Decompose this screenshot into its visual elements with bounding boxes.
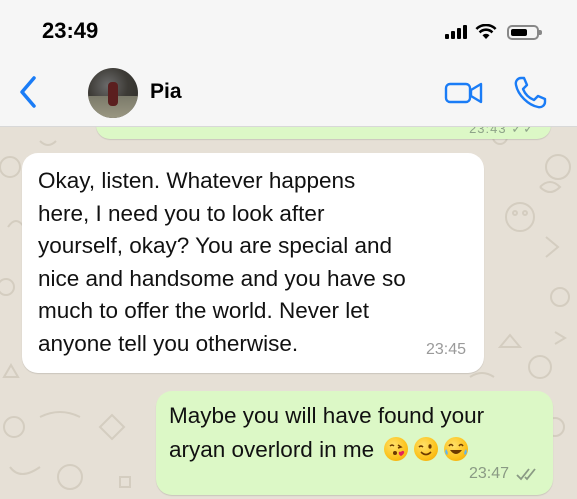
outgoing-message-line-2: aryan overlord in me: [169, 437, 375, 462]
status-bar: 23:49: [0, 0, 577, 58]
chat-header: Pia: [0, 58, 577, 127]
phone-call-icon[interactable]: [512, 75, 548, 111]
tears-of-joy-emoji-icon: [444, 437, 469, 461]
status-icons: [445, 24, 542, 40]
incoming-message-text: Okay, listen. Whatever happens here, I n…: [38, 168, 406, 356]
read-receipt-ticks-icon: [516, 468, 536, 481]
status-time: 23:49: [42, 18, 99, 43]
battery-icon: [507, 24, 542, 40]
wifi-icon: [475, 24, 497, 39]
contact-name[interactable]: Pia: [150, 80, 182, 104]
incoming-message-time: 23:45: [425, 341, 466, 358]
outgoing-message-line-1: Maybe you will have found your: [169, 403, 485, 428]
contact-avatar[interactable]: [88, 68, 138, 118]
kissing-heart-emoji-icon: [384, 437, 409, 461]
chat-area[interactable]: 23:43 ✓✓ Okay, listen. Whatever happens …: [0, 127, 577, 499]
previous-message-time: 23:43 ✓✓: [469, 127, 535, 136]
incoming-message-bubble[interactable]: Okay, listen. Whatever happens here, I n…: [22, 153, 484, 373]
video-call-icon[interactable]: [444, 79, 484, 107]
outgoing-message-bubble[interactable]: Maybe you will have found your aryan ove…: [156, 391, 553, 495]
cellular-signal-icon: [445, 25, 467, 39]
winking-emoji-icon: [414, 437, 439, 461]
outgoing-message-time: 23:47: [468, 465, 509, 482]
outgoing-message-text: Maybe you will have found your aryan ove…: [169, 399, 541, 467]
back-chevron-icon[interactable]: [14, 74, 44, 110]
previous-outgoing-message[interactable]: 23:43 ✓✓: [96, 127, 551, 139]
